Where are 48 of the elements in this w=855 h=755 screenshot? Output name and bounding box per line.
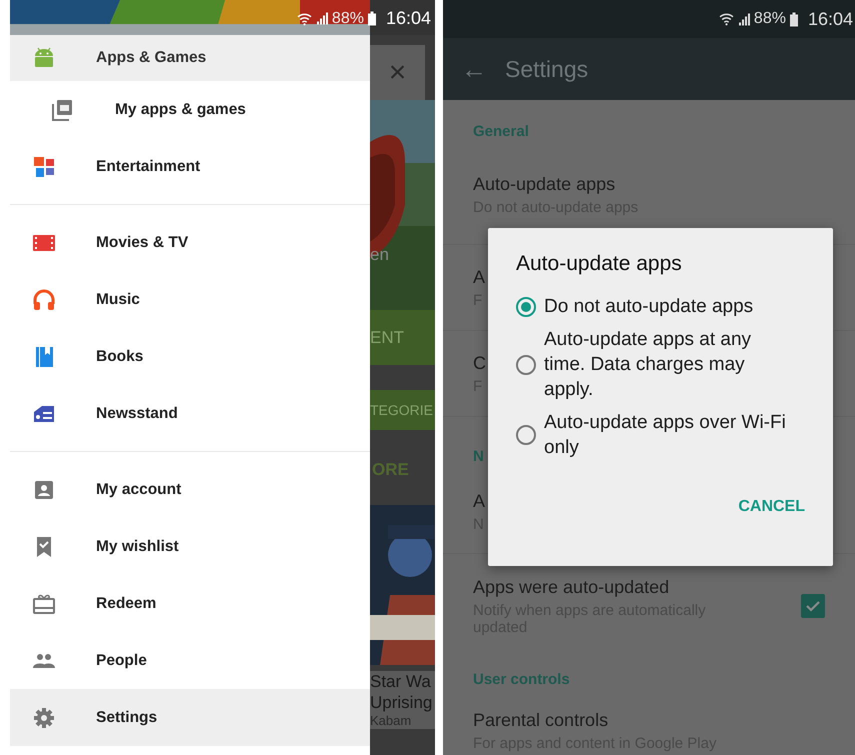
radio-button[interactable]	[516, 354, 536, 374]
settings-icon	[32, 706, 56, 730]
section-header: N	[473, 447, 484, 467]
drawer-item[interactable]: Entertainment	[10, 138, 370, 195]
wifi-icon	[718, 12, 734, 26]
drawer-item[interactable]: My wishlist	[10, 518, 370, 575]
battery-percent: 88%	[332, 10, 364, 28]
drawer-item[interactable]: Music	[10, 271, 370, 328]
headphones-icon	[32, 288, 56, 312]
app-library-icon	[50, 98, 74, 122]
card-title: Uprising	[370, 692, 434, 713]
battery-icon	[790, 12, 798, 26]
drawer-item[interactable]: Movies & TV	[10, 214, 370, 271]
partial-text: en	[370, 245, 389, 265]
dialog-title: Auto-update apps	[516, 252, 683, 276]
gift-card-icon	[32, 592, 56, 616]
setting-title: Parental controls	[473, 710, 608, 731]
setting-title: A	[473, 491, 486, 512]
signal-icon	[738, 12, 750, 26]
battery-percent: 88%	[754, 10, 786, 28]
radio-button[interactable]	[516, 425, 536, 445]
drawer-item[interactable]: Redeem	[10, 575, 370, 632]
setting-title: Auto-update apps	[473, 174, 616, 195]
section-header: User controls	[473, 670, 570, 690]
tiles-icon	[32, 154, 56, 178]
setting-title: Apps were auto-updated	[473, 576, 670, 598]
android-icon	[32, 46, 56, 70]
option-label[interactable]: Do not auto-update apps	[544, 294, 794, 319]
setting-title: A	[473, 266, 486, 288]
drawer-item[interactable]: Settings	[10, 689, 370, 746]
signal-icon	[316, 12, 328, 25]
option-label[interactable]: Auto-update apps over Wi-Fi only	[544, 410, 794, 460]
drawer-item[interactable]: People	[10, 632, 370, 689]
section-header: General	[473, 122, 529, 142]
status-time: 16:04	[386, 8, 431, 29]
drawer-item[interactable]: My apps & games	[10, 81, 370, 138]
status-time: 16:04	[808, 8, 853, 30]
drawer-item[interactable]: Apps & Games	[10, 35, 370, 81]
option-label[interactable]: Auto-update apps at any time. Data charges may apply.	[544, 327, 794, 402]
radio-button[interactable]	[516, 296, 536, 316]
drawer-item[interactable]: Newsstand	[10, 385, 370, 442]
drawer-item[interactable]: My account	[10, 461, 370, 518]
wifi-icon	[296, 12, 312, 26]
card-title: Star Wa	[370, 671, 432, 692]
screen-title: Settings	[505, 56, 588, 82]
drawer-item[interactable]: Books	[10, 328, 370, 385]
setting-title: C	[473, 352, 486, 374]
checkbox[interactable]	[801, 594, 825, 618]
